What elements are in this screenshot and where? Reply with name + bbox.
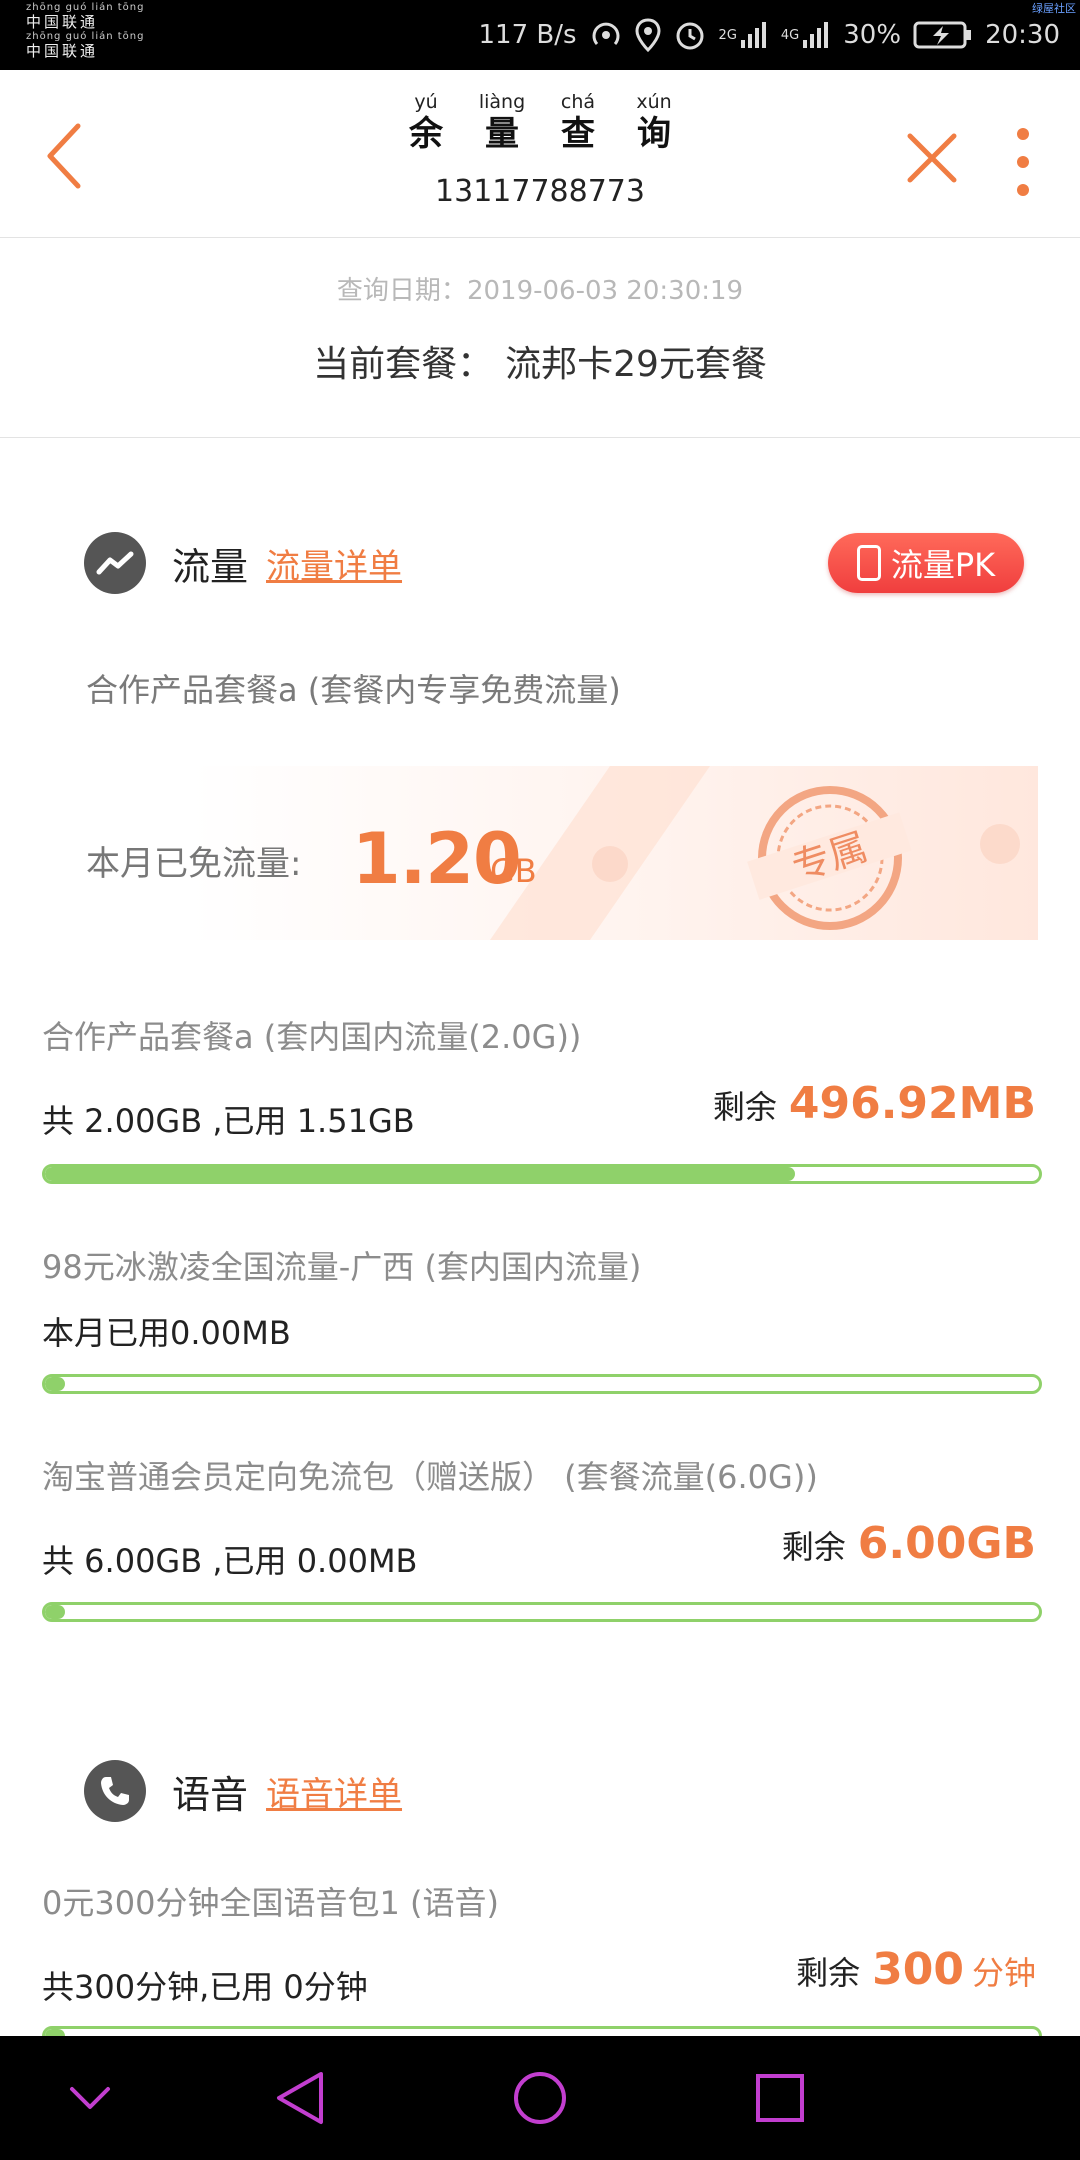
square-recents-icon: [756, 2074, 804, 2122]
app-header: yú 余 liàng 量 chá 查 xún 询 13117788773: [0, 70, 1080, 238]
system-nav-bar: [0, 2036, 1080, 2160]
alarm-icon: [673, 18, 707, 52]
signal-4g-icon: 4G: [781, 20, 831, 50]
usage-item-name: 98元冰激凌全国流量-广西 (套内国内流量): [42, 1248, 642, 1286]
nav-collapse-button[interactable]: [58, 2066, 122, 2130]
nav-back-button[interactable]: [268, 2066, 332, 2130]
battery-icon: [913, 20, 973, 50]
close-button[interactable]: [904, 130, 960, 186]
battery-percent: 30%: [843, 20, 902, 50]
query-date-label: 查询日期：: [336, 276, 467, 306]
coop-plan-name: 合作产品套餐a (套餐内专享免费流量): [86, 671, 621, 709]
remain-unit: 分钟: [971, 1954, 1036, 1992]
usage-item-used: 本月已用0.00MB: [42, 1314, 291, 1352]
carrier-name: 中国联通: [26, 13, 99, 31]
usage-item-remain: 剩余 6.00GB: [782, 1518, 1036, 1569]
usage-progress-bar: [42, 1602, 1042, 1622]
current-plan-label: 当前套餐：: [313, 344, 494, 385]
usage-progress-bar: [42, 1164, 1042, 1184]
data-section-title: 流量: [172, 544, 249, 589]
usage-item-remain: 剩余 300 分钟: [796, 1944, 1036, 1995]
query-date-value: 2019-06-03 20:30:19: [466, 276, 744, 306]
exclusive-badge-text: 专属: [787, 824, 873, 889]
title-char: yú 余: [399, 90, 453, 154]
clock: 20:30: [985, 20, 1060, 50]
usage-item-name: 合作产品套餐a (套内国内流量(2.0G)): [42, 1018, 582, 1056]
title-char-hanzi: 询: [637, 114, 671, 154]
carrier-name-2: 中国联通: [26, 42, 99, 60]
free-data-unit: GB: [490, 852, 537, 890]
remain-label: 剩余: [781, 1528, 846, 1566]
free-data-label: 本月已免流量:: [86, 844, 302, 884]
voice-detail-link[interactable]: 语音详单: [266, 1767, 402, 1816]
exclusive-badge: 专属: [490, 766, 1020, 940]
title-char-pinyin: liàng: [478, 91, 526, 113]
phone-pk-icon: [856, 545, 881, 581]
remain-label: 剩余: [712, 1088, 777, 1126]
free-data-banner: 专属: [190, 766, 1038, 940]
title-char: xún 询: [627, 90, 681, 154]
nav-recents-button[interactable]: [748, 2066, 812, 2130]
trend-icon: [84, 532, 146, 594]
current-plan-value: 流邦卡29元套餐: [505, 344, 767, 385]
query-date: 查询日期：2019-06-03 20:30:19: [0, 270, 1080, 307]
remain-value: 496.92MB: [788, 1078, 1036, 1129]
usage-progress-fill: [45, 1605, 65, 1619]
usage-item-used: 共 2.00GB ,已用 1.51GB: [42, 1102, 415, 1140]
data-pk-label: 流量PK: [890, 546, 996, 584]
net-speed: 117 B/s: [478, 20, 577, 50]
usage-item-remain: 剩余 496.92MB: [713, 1078, 1036, 1129]
current-plan: 当前套餐： 流邦卡29元套餐: [0, 335, 1080, 387]
usage-progress-bar: [42, 1374, 1042, 1394]
status-bar: zhōng guó lián tōng 中国联通 zhōng guó lián …: [0, 0, 1080, 70]
data-section-header: 流量 流量详单: [84, 532, 402, 594]
more-button[interactable]: [1008, 122, 1038, 202]
back-icon: [47, 123, 81, 189]
title-char-hanzi: 查: [561, 114, 595, 154]
hotspot-icon: [589, 18, 623, 52]
remain-value: 6.00GB: [857, 1518, 1036, 1569]
more-icon: [1017, 128, 1029, 196]
title-char-hanzi: 量: [485, 114, 519, 154]
remain-value: 300: [872, 1944, 964, 1995]
voice-section-header: 语音 语音详单: [84, 1760, 402, 1822]
phone-icon: [84, 1760, 146, 1822]
title-char-pinyin: yú: [414, 91, 438, 113]
title-char-pinyin: xún: [636, 91, 672, 113]
nav-home-button[interactable]: [508, 2066, 572, 2130]
usage-item-used: 共300分钟,已用 0分钟: [42, 1968, 368, 2006]
carrier-info: zhōng guó lián tōng 中国联通 zhōng guó lián …: [26, 2, 146, 60]
back-button[interactable]: [40, 116, 96, 196]
title-ruby: yú 余 liàng 量 chá 查 xún 询: [340, 90, 740, 154]
location-icon: [635, 18, 661, 52]
query-info: 查询日期：2019-06-03 20:30:19 当前套餐： 流邦卡29元套餐: [0, 238, 1080, 438]
data-detail-link[interactable]: 流量详单: [266, 539, 402, 588]
remain-label: 剩余: [796, 1954, 861, 1992]
triangle-back-icon: [277, 2072, 323, 2124]
usage-item-used: 共 6.00GB ,已用 0.00MB: [42, 1542, 418, 1580]
status-icons: 117 B/s 2G 4G 30% 20:30: [478, 0, 1060, 70]
usage-progress-fill: [45, 1167, 796, 1181]
signal-2g-icon: 2G: [719, 20, 769, 50]
title-char: chá 查: [551, 90, 605, 154]
usage-progress-fill: [45, 1377, 65, 1391]
usage-item-name: 淘宝普通会员定向免流包（赠送版） (套餐流量(6.0G)): [42, 1458, 818, 1496]
net-label-4g: 4G: [780, 27, 800, 43]
phone-number: 13117788773: [435, 174, 645, 209]
circle-home-icon: [514, 2072, 566, 2124]
title-char: liàng 量: [475, 90, 529, 154]
net-label-2g: 2G: [718, 27, 737, 43]
data-pk-button[interactable]: 流量PK: [828, 533, 1024, 593]
corner-tag: 绿屋社区: [1032, 2, 1076, 15]
title-char-pinyin: chá: [560, 91, 596, 113]
voice-section-title: 语音: [172, 1772, 249, 1817]
page-title: yú 余 liàng 量 chá 查 xún 询 13117788773: [340, 90, 740, 209]
close-icon: [907, 133, 957, 183]
chevron-down-icon: [70, 2087, 110, 2109]
title-char-hanzi: 余: [409, 114, 443, 154]
usage-item-name: 0元300分钟全国语音包1 (语音): [42, 1884, 499, 1922]
